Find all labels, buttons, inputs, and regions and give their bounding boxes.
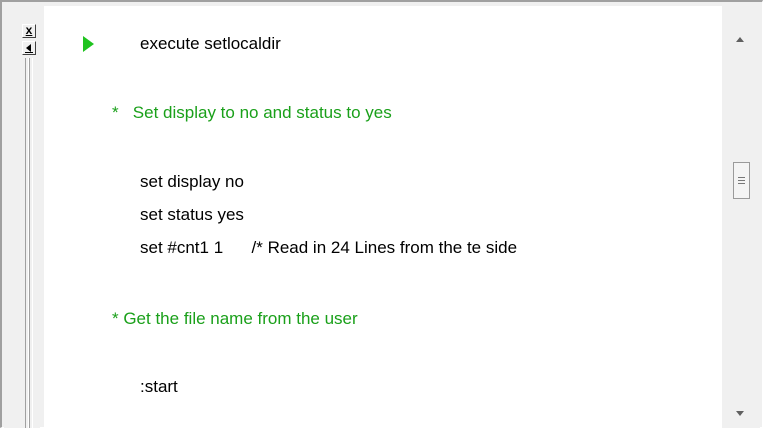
scroll-down-arrow-icon[interactable] [736, 411, 744, 416]
grip-line [738, 180, 745, 181]
code-line-2: set display no [140, 172, 244, 191]
code-line-5: :start [140, 377, 178, 396]
current-line-arrow-icon [83, 36, 94, 52]
scroll-up-arrow-icon[interactable] [736, 37, 744, 42]
grip-line [738, 183, 745, 184]
grip-line [738, 177, 745, 178]
editor-window: x execute setlocaldir * Set display to n… [0, 0, 763, 428]
comment-line-1: * Set display to no and status to yes [112, 103, 392, 122]
left-gutter: x [4, 4, 40, 428]
comment-line-2: * Get the file name from the user [112, 309, 358, 328]
close-icon: x [25, 23, 33, 37]
code-line-1: execute setlocaldir [140, 34, 281, 53]
script-editor[interactable]: execute setlocaldir * Set display to no … [44, 6, 722, 428]
arrow-left-underline [25, 52, 33, 53]
code-line-4: set #cnt1 1 /* Read in 24 Lines from the… [140, 238, 518, 257]
scroll-thumb[interactable] [733, 162, 750, 199]
splitter-line [29, 58, 33, 428]
pane-splitter[interactable] [22, 58, 36, 428]
collapse-pane-button[interactable] [22, 41, 36, 55]
code-line-3: set status yes [140, 205, 244, 224]
vertical-scrollbar[interactable] [722, 6, 760, 428]
close-pane-button[interactable]: x [22, 24, 36, 38]
arrow-left-icon [26, 44, 31, 52]
